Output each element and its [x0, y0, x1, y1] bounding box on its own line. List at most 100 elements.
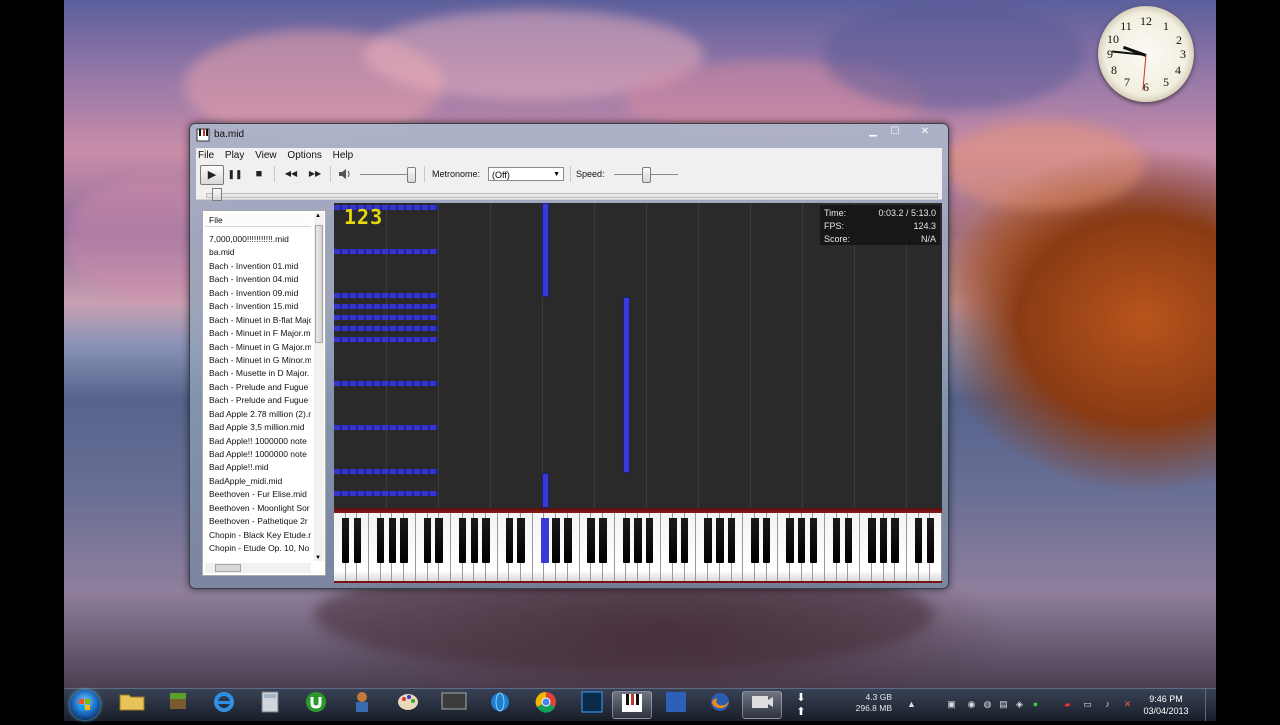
black-key[interactable]: [482, 518, 490, 563]
black-key[interactable]: [879, 518, 888, 563]
word-taskbar-icon[interactable]: [656, 691, 696, 719]
file-list-item[interactable]: Bach - Prelude and Fugue i: [209, 381, 311, 394]
horizontal-scrollbar[interactable]: [205, 563, 311, 573]
stop-button[interactable]: ■: [248, 165, 270, 183]
tray-shield-icon[interactable]: ◈: [1014, 699, 1025, 710]
game-taskbar-icon[interactable]: [342, 691, 382, 719]
file-list-item[interactable]: Bach - Invention 09.mid: [209, 287, 311, 300]
black-key[interactable]: [645, 518, 654, 563]
seek-bar-thumb[interactable]: [212, 188, 222, 201]
black-key[interactable]: [377, 518, 385, 563]
speaker-icon[interactable]: [338, 168, 352, 180]
minimize-button[interactable]: ▁: [862, 125, 884, 139]
show-desktop-button[interactable]: [1205, 689, 1216, 721]
pause-button[interactable]: ❚❚: [224, 165, 246, 183]
black-key[interactable]: [435, 518, 443, 563]
minecraft-taskbar-icon[interactable]: [158, 691, 198, 719]
file-list-item[interactable]: Bach - Musette in D Major.: [209, 367, 311, 380]
close-button[interactable]: ✕: [912, 125, 938, 139]
start-button[interactable]: [70, 690, 100, 720]
menu-play[interactable]: Play: [223, 148, 250, 161]
file-list-item[interactable]: Chopin - Black Key Etude.m: [209, 529, 311, 542]
fast-forward-button[interactable]: ▶▶: [304, 165, 326, 183]
black-key[interactable]: [400, 518, 408, 563]
piano-app-taskbar-icon[interactable]: [612, 691, 652, 719]
menu-options[interactable]: Options: [285, 148, 327, 161]
maximize-button[interactable]: ☐: [884, 125, 906, 139]
tray-torrent-icon[interactable]: ●: [1030, 699, 1041, 710]
file-list-header[interactable]: File: [205, 213, 311, 227]
firefox-taskbar-icon[interactable]: [700, 691, 740, 719]
chrome-taskbar-icon[interactable]: [526, 691, 566, 719]
scroll-up-icon[interactable]: ▲: [315, 213, 321, 219]
download-tray-icon[interactable]: ⬇ ⬆: [786, 691, 816, 719]
title-bar[interactable]: ba.mid ▁ ☐ ✕: [190, 124, 948, 146]
file-list-item[interactable]: Chopin - Etude Op. 10, No: [209, 542, 311, 555]
black-key[interactable]: [564, 518, 572, 563]
black-key[interactable]: [517, 518, 525, 563]
metronome-dropdown[interactable]: (Off) ▼: [488, 167, 564, 181]
internet-explorer-taskbar-icon[interactable]: [204, 691, 244, 719]
black-key[interactable]: [599, 518, 607, 563]
tray-ati-icon[interactable]: ▰: [1062, 699, 1073, 710]
black-key[interactable]: [716, 518, 724, 563]
calculator-taskbar-icon[interactable]: [250, 691, 290, 719]
play-button[interactable]: ▶: [200, 165, 224, 185]
black-key[interactable]: [727, 518, 736, 563]
black-key[interactable]: [786, 518, 794, 563]
app-window[interactable]: ba.mid ▁ ☐ ✕ File Play View Options Help…: [189, 123, 949, 589]
file-list-item[interactable]: Bach - Minuet in G Minor.m: [209, 354, 311, 367]
menu-help[interactable]: Help: [331, 148, 360, 161]
black-key[interactable]: [458, 518, 467, 563]
file-list-item[interactable]: Beethoven - Fur Elise.mid: [209, 488, 311, 501]
piano-keyboard[interactable]: [334, 508, 942, 583]
file-list-item[interactable]: ba.mid: [209, 246, 311, 259]
tray-network-icon[interactable]: ◉: [966, 699, 977, 710]
show-hidden-icons-icon[interactable]: ▲: [906, 699, 917, 710]
black-key[interactable]: [388, 518, 397, 563]
clock-gadget[interactable]: 12 1 2 3 4 5 6 7 8 9 10 11: [1098, 6, 1194, 102]
tray-clipboard-icon[interactable]: ▤: [998, 699, 1009, 710]
file-list-item[interactable]: Bad Apple!!.mid: [209, 461, 311, 474]
file-list-item[interactable]: Bach - Prelude and Fugue i: [209, 394, 311, 407]
file-list-item[interactable]: Bach - Invention 01.mid: [209, 260, 311, 273]
utorrent-taskbar-icon[interactable]: [296, 691, 336, 719]
black-key[interactable]: [341, 518, 350, 563]
black-key[interactable]: [833, 518, 841, 563]
black-key[interactable]: [891, 518, 899, 563]
black-key[interactable]: [634, 518, 642, 563]
seek-bar-track[interactable]: [206, 193, 938, 198]
tray-speaker-icon[interactable]: ♪: [1102, 699, 1113, 710]
volume-slider-thumb[interactable]: [407, 167, 416, 183]
black-key[interactable]: [762, 518, 771, 563]
vertical-scrollbar-thumb[interactable]: [315, 225, 323, 343]
fun-taskbar-icon[interactable]: [434, 691, 474, 719]
tray-window-icon[interactable]: ▣: [946, 699, 957, 710]
file-list-item[interactable]: Bach - Minuet in B-flat Majo: [209, 314, 311, 327]
file-list-item[interactable]: Bad Apple 3,5 million.mid: [209, 421, 311, 434]
horizontal-scrollbar-thumb[interactable]: [215, 564, 241, 572]
speed-slider-thumb[interactable]: [642, 167, 651, 183]
rewind-button[interactable]: ◀◀: [280, 165, 302, 183]
explorer-taskbar-icon[interactable]: [112, 691, 152, 719]
file-list-item[interactable]: Bad Apple 2.78 million (2).m: [209, 408, 311, 421]
file-list[interactable]: File 7,000,000!!!!!!!!!!!.mid ba.mid Bach …: [202, 210, 326, 576]
menu-file[interactable]: File: [196, 148, 220, 161]
black-key[interactable]: [669, 518, 677, 563]
pressed-key[interactable]: [541, 518, 549, 563]
black-key[interactable]: [423, 518, 432, 563]
file-list-item[interactable]: Bach - Minuet in G Major.m: [209, 341, 311, 354]
black-key[interactable]: [622, 518, 631, 563]
paint-taskbar-icon[interactable]: [388, 691, 428, 719]
tray-monitor-icon[interactable]: ▭: [1082, 699, 1093, 710]
globe-app-taskbar-icon[interactable]: [480, 691, 520, 719]
file-list-item[interactable]: Bad Apple!! 1000000 note: [209, 448, 311, 461]
black-key[interactable]: [470, 518, 479, 563]
photoshop-taskbar-icon[interactable]: [572, 691, 612, 719]
black-key[interactable]: [552, 518, 560, 563]
black-key[interactable]: [868, 518, 876, 563]
file-list-item[interactable]: Beethoven - Pathetique 2r: [209, 515, 311, 528]
black-key[interactable]: [797, 518, 806, 563]
black-key[interactable]: [353, 518, 362, 563]
black-key[interactable]: [751, 518, 759, 563]
